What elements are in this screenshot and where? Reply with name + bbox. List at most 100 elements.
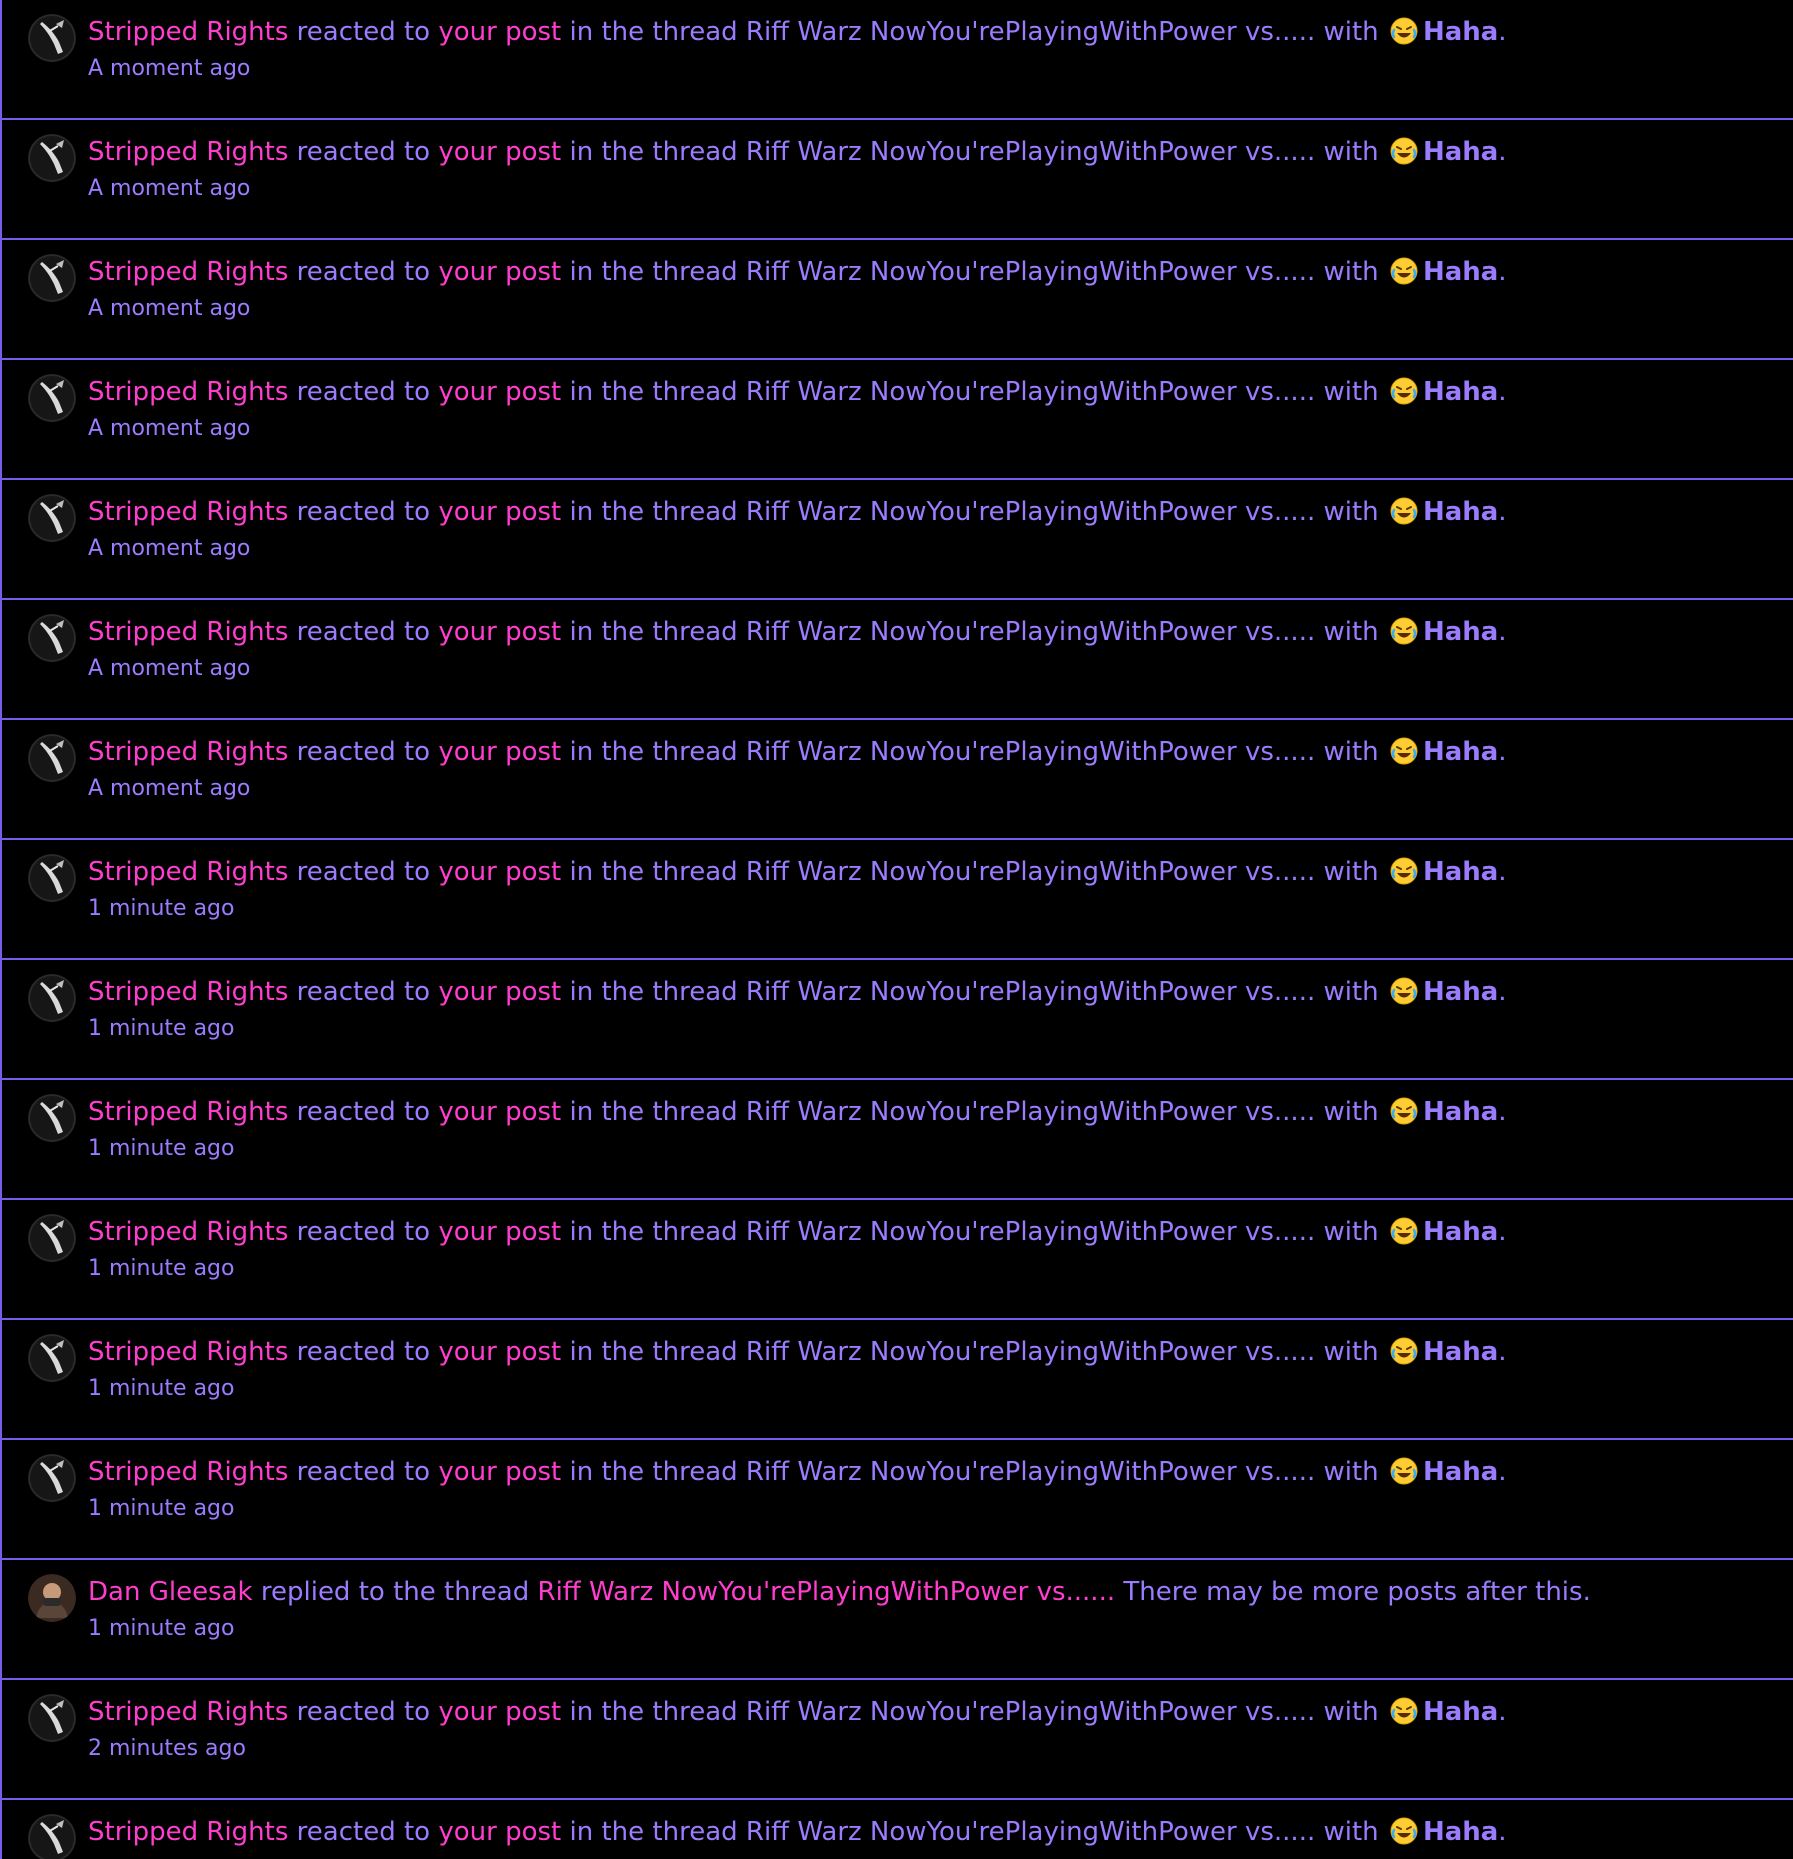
sentence-end: . <box>1498 1457 1507 1487</box>
username-link[interactable]: Stripped Rights <box>88 737 288 767</box>
thread-link[interactable]: Riff Warz NowYou'rePlayingWithPower vs..… <box>746 17 1315 47</box>
username-link[interactable]: Stripped Rights <box>88 1337 288 1367</box>
post-link[interactable]: your post <box>438 257 561 287</box>
post-link[interactable]: your post <box>438 977 561 1007</box>
user-avatar[interactable] <box>28 1094 76 1142</box>
post-link[interactable]: your post <box>438 617 561 647</box>
reacted-text: reacted to <box>296 257 431 287</box>
user-avatar[interactable] <box>28 1214 76 1262</box>
post-link[interactable]: your post <box>438 1097 561 1127</box>
username-link[interactable]: Stripped Rights <box>88 1097 288 1127</box>
post-link[interactable]: your post <box>438 377 561 407</box>
sentence-end: . <box>1498 377 1507 407</box>
in-thread-text: in the thread <box>569 257 738 287</box>
sentence-end: . <box>1498 1217 1507 1247</box>
user-avatar[interactable] <box>28 854 76 902</box>
thread-link[interactable]: Riff Warz NowYou'rePlayingWithPower vs..… <box>746 1817 1315 1847</box>
in-thread-text: in the thread <box>569 17 738 47</box>
thread-link[interactable]: Riff Warz NowYou'rePlayingWithPower vs..… <box>746 377 1315 407</box>
user-avatar[interactable] <box>28 254 76 302</box>
thread-link[interactable]: Riff Warz NowYou'rePlayingWithPower vs..… <box>746 497 1315 527</box>
username-link[interactable]: Stripped Rights <box>88 17 288 47</box>
thread-link[interactable]: Riff Warz NowYou'rePlayingWithPower vs..… <box>746 857 1315 887</box>
user-avatar[interactable] <box>28 614 76 662</box>
user-avatar[interactable] <box>28 1694 76 1742</box>
thread-link[interactable]: Riff Warz NowYou'rePlayingWithPower vs..… <box>538 1577 1116 1607</box>
replied-text: replied to the thread <box>260 1577 530 1607</box>
username-link[interactable]: Stripped Rights <box>88 497 288 527</box>
in-thread-text: in the thread <box>569 1817 738 1847</box>
sentence-end: . <box>1498 617 1507 647</box>
thread-link[interactable]: Riff Warz NowYou'rePlayingWithPower vs..… <box>746 977 1315 1007</box>
user-avatar[interactable] <box>28 134 76 182</box>
post-link[interactable]: your post <box>438 17 561 47</box>
username-link[interactable]: Stripped Rights <box>88 617 288 647</box>
alert-timestamp: 1 minute ago <box>88 1616 235 1641</box>
thread-link[interactable]: Riff Warz NowYou'rePlayingWithPower vs..… <box>746 1697 1315 1727</box>
alert-content: Stripped Rights reacted to your post in … <box>88 1692 1773 1766</box>
thread-link[interactable]: Riff Warz NowYou'rePlayingWithPower vs..… <box>746 1097 1315 1127</box>
thread-link[interactable]: Riff Warz NowYou'rePlayingWithPower vs..… <box>746 737 1315 767</box>
thread-link[interactable]: Riff Warz NowYou'rePlayingWithPower vs..… <box>746 257 1315 287</box>
username-link[interactable]: Stripped Rights <box>88 137 288 167</box>
thread-link[interactable]: Riff Warz NowYou'rePlayingWithPower vs..… <box>746 1457 1315 1487</box>
username-link[interactable]: Stripped Rights <box>88 857 288 887</box>
reacted-text: reacted to <box>296 857 431 887</box>
user-avatar[interactable] <box>28 1814 76 1859</box>
thread-link[interactable]: Riff Warz NowYou'rePlayingWithPower vs..… <box>746 137 1315 167</box>
user-avatar[interactable] <box>28 1574 76 1622</box>
username-link[interactable]: Stripped Rights <box>88 1457 288 1487</box>
post-link[interactable]: your post <box>438 1217 561 1247</box>
user-avatar[interactable] <box>28 494 76 542</box>
username-link[interactable]: Stripped Rights <box>88 377 288 407</box>
username-link[interactable]: Stripped Rights <box>88 257 288 287</box>
post-link[interactable]: your post <box>438 1337 561 1367</box>
with-text: with <box>1323 1097 1379 1127</box>
user-avatar[interactable] <box>28 14 76 62</box>
thread-link[interactable]: Riff Warz NowYou'rePlayingWithPower vs..… <box>746 1337 1315 1367</box>
alert-timestamp: A moment ago <box>88 56 251 81</box>
username-link[interactable]: Stripped Rights <box>88 1217 288 1247</box>
alert-content: Stripped Rights reacted to your post in … <box>88 1332 1773 1406</box>
post-link[interactable]: your post <box>438 137 561 167</box>
user-avatar[interactable] <box>28 974 76 1022</box>
in-thread-text: in the thread <box>569 1457 738 1487</box>
alert-item: Stripped Rights reacted to your post in … <box>2 1320 1793 1440</box>
post-link[interactable]: your post <box>438 1697 561 1727</box>
post-link[interactable]: your post <box>438 1457 561 1487</box>
in-thread-text: in the thread <box>569 1217 738 1247</box>
post-link[interactable]: your post <box>438 737 561 767</box>
sentence-end: . <box>1498 1097 1507 1127</box>
in-thread-text: in the thread <box>569 1337 738 1367</box>
user-avatar[interactable] <box>28 1334 76 1382</box>
alert-item: Stripped Rights reacted to your post in … <box>2 720 1793 840</box>
thread-link[interactable]: Riff Warz NowYou'rePlayingWithPower vs..… <box>746 617 1315 647</box>
user-avatar[interactable] <box>28 734 76 782</box>
post-link[interactable]: your post <box>438 1817 561 1847</box>
rolling-laughing-emoji-icon <box>1389 1216 1419 1246</box>
user-avatar[interactable] <box>28 1454 76 1502</box>
with-text: with <box>1323 377 1379 407</box>
with-text: with <box>1323 1337 1379 1367</box>
username-link[interactable]: Stripped Rights <box>88 977 288 1007</box>
reacted-text: reacted to <box>296 737 431 767</box>
username-link[interactable]: Stripped Rights <box>88 1817 288 1847</box>
rolling-laughing-emoji-icon <box>1389 496 1419 526</box>
with-text: with <box>1323 1457 1379 1487</box>
alert-item: Stripped Rights reacted to your post in … <box>2 960 1793 1080</box>
thread-link[interactable]: Riff Warz NowYou'rePlayingWithPower vs..… <box>746 1217 1315 1247</box>
username-link[interactable]: Dan Gleesak <box>88 1577 253 1607</box>
alert-content: Stripped Rights reacted to your post in … <box>88 372 1773 446</box>
sentence-end: . <box>1498 977 1507 1007</box>
rolling-laughing-emoji-icon <box>1389 976 1419 1006</box>
reaction-label: Haha <box>1422 1817 1499 1847</box>
alert-text: Stripped Rights reacted to your post in … <box>88 1092 1773 1132</box>
post-link[interactable]: your post <box>438 857 561 887</box>
user-avatar[interactable] <box>28 374 76 422</box>
reaction-label: Haha <box>1422 857 1499 887</box>
alert-content: Stripped Rights reacted to your post in … <box>88 252 1773 326</box>
username-link[interactable]: Stripped Rights <box>88 1697 288 1727</box>
post-link[interactable]: your post <box>438 497 561 527</box>
rolling-laughing-emoji-icon <box>1389 1816 1419 1846</box>
alert-timestamp: A moment ago <box>88 536 251 561</box>
